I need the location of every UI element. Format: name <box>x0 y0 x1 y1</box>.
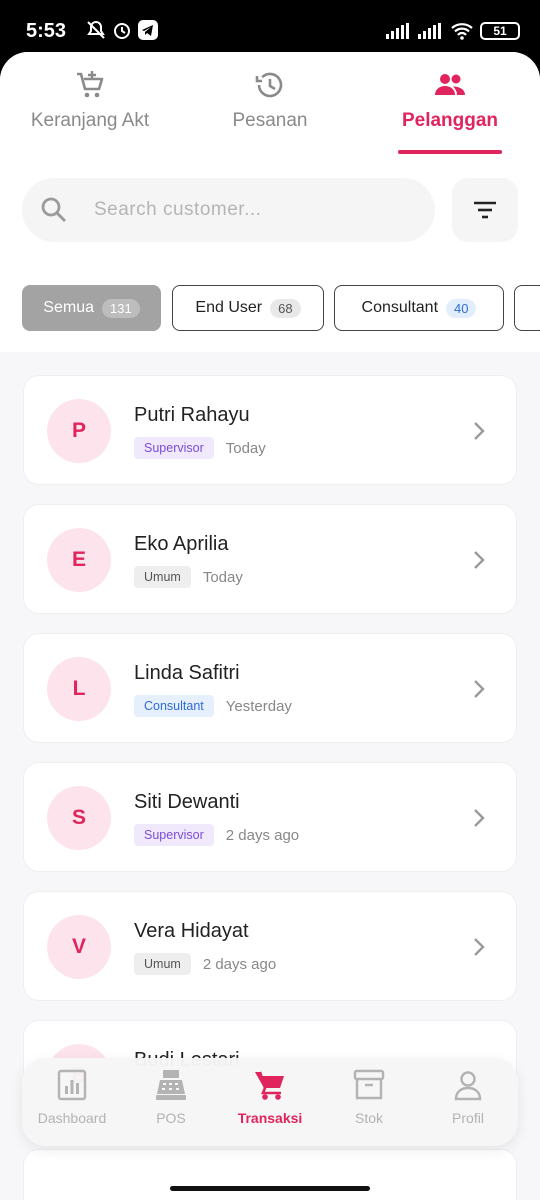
customer-card[interactable] <box>23 1149 517 1200</box>
chip-label: Semua <box>43 299 94 316</box>
nav-dashboard[interactable]: Dashboard <box>22 1068 122 1138</box>
chip-count: 40 <box>446 298 477 318</box>
battery-indicator: 51 <box>480 22 520 40</box>
search-input[interactable] <box>94 194 414 226</box>
customer-name: Linda Safitri <box>134 662 240 684</box>
role-badge: Umum <box>134 953 191 975</box>
bell-off-icon <box>87 20 105 39</box>
chevron-right-icon <box>474 551 485 569</box>
home-indicator <box>170 1186 370 1191</box>
signal-icon <box>386 23 409 39</box>
tab-pesanan[interactable]: Pesanan <box>180 68 360 158</box>
role-badge: Umum <box>134 566 191 588</box>
avatar: P <box>47 399 111 463</box>
avatar: E <box>47 528 111 592</box>
app-sheet: Keranjang Akt Pesanan Pelanggan Semua 13… <box>0 52 540 1200</box>
role-badge: Supervisor <box>134 824 214 846</box>
chip-label: End User <box>195 299 263 316</box>
filter-icon <box>474 201 496 219</box>
customer-name: Eko Aprilia <box>134 533 229 555</box>
dashboard-icon <box>57 1069 87 1101</box>
nav-transaksi[interactable]: Transaksi <box>220 1068 320 1138</box>
customer-card[interactable]: L Linda Safitri Consultant Yesterday <box>23 633 517 743</box>
nav-label: Dashboard <box>37 1110 107 1126</box>
nav-pos[interactable]: POS <box>121 1068 221 1138</box>
search-icon <box>41 197 67 223</box>
tab-keranjang-aktif[interactable]: Keranjang Akt <box>0 68 180 158</box>
nav-label: POS <box>156 1110 186 1126</box>
customer-card[interactable]: E Eko Aprilia Umum Today <box>23 504 517 614</box>
chip-semua[interactable]: Semua 131 <box>22 285 161 331</box>
history-icon <box>255 72 283 98</box>
chip-count: 131 <box>102 298 140 318</box>
cash-register-icon <box>156 1070 186 1100</box>
top-tabs: Keranjang Akt Pesanan Pelanggan <box>0 68 540 158</box>
nav-stok[interactable]: Stok <box>319 1068 419 1138</box>
wifi-icon <box>451 23 473 40</box>
last-visit: Today <box>202 568 243 586</box>
filter-button[interactable] <box>452 178 518 242</box>
archive-box-icon <box>353 1069 385 1100</box>
chevron-right-icon <box>474 422 485 440</box>
last-visit: 2 days ago <box>225 826 300 844</box>
alarm-icon <box>114 23 130 39</box>
avatar: V <box>47 915 111 979</box>
cart-icon <box>255 1071 284 1100</box>
last-visit: Today <box>225 439 266 457</box>
search-bar <box>22 178 435 242</box>
chip-end-user[interactable]: End User 68 <box>172 285 324 331</box>
cart-plus-icon <box>77 71 104 98</box>
customer-name: Putri Rahayu <box>134 404 250 426</box>
customer-card[interactable]: P Putri Rahayu Supervisor Today <box>23 375 517 485</box>
customer-card[interactable]: S Siti Dewanti Supervisor 2 days ago <box>23 762 517 872</box>
segment-chips: Semua 131 End User 68 Consultant 40 <box>22 285 540 333</box>
telegram-icon <box>138 20 158 40</box>
people-icon <box>435 74 465 95</box>
chevron-right-icon <box>474 809 485 827</box>
status-time: 5:53 <box>26 20 67 42</box>
tab-pelanggan[interactable]: Pelanggan <box>360 68 540 158</box>
user-icon <box>454 1071 482 1101</box>
chip-count: 68 <box>270 298 301 318</box>
nav-profil[interactable]: Profil <box>418 1068 518 1138</box>
tab-label: Keranjang Akt <box>30 110 150 131</box>
chevron-right-icon <box>474 680 485 698</box>
tab-label: Pesanan <box>232 110 308 131</box>
chip-label: Consultant <box>361 299 439 316</box>
customer-name: Vera Hidayat <box>134 920 249 942</box>
nav-label: Stok <box>354 1110 383 1126</box>
chip-more[interactable] <box>514 285 540 331</box>
customer-card[interactable]: V Vera Hidayat Umum 2 days ago <box>23 891 517 1001</box>
signal-icon <box>418 23 441 39</box>
nav-label: Transaksi <box>237 1110 303 1126</box>
customer-name: Siti Dewanti <box>134 791 240 813</box>
chevron-right-icon <box>474 938 485 956</box>
last-visit: 2 days ago <box>202 955 277 973</box>
nav-label: Profil <box>452 1110 484 1126</box>
bottom-navigation: Dashboard POS Transaksi Stok Profil <box>22 1058 518 1146</box>
avatar: S <box>47 786 111 850</box>
role-badge: Supervisor <box>134 437 214 459</box>
role-badge: Consultant <box>134 695 214 717</box>
last-visit: Yesterday <box>225 697 292 715</box>
chip-consultant[interactable]: Consultant 40 <box>334 285 504 331</box>
tab-label: Pelanggan <box>401 110 499 131</box>
avatar: L <box>47 657 111 721</box>
active-tab-indicator <box>398 150 502 154</box>
